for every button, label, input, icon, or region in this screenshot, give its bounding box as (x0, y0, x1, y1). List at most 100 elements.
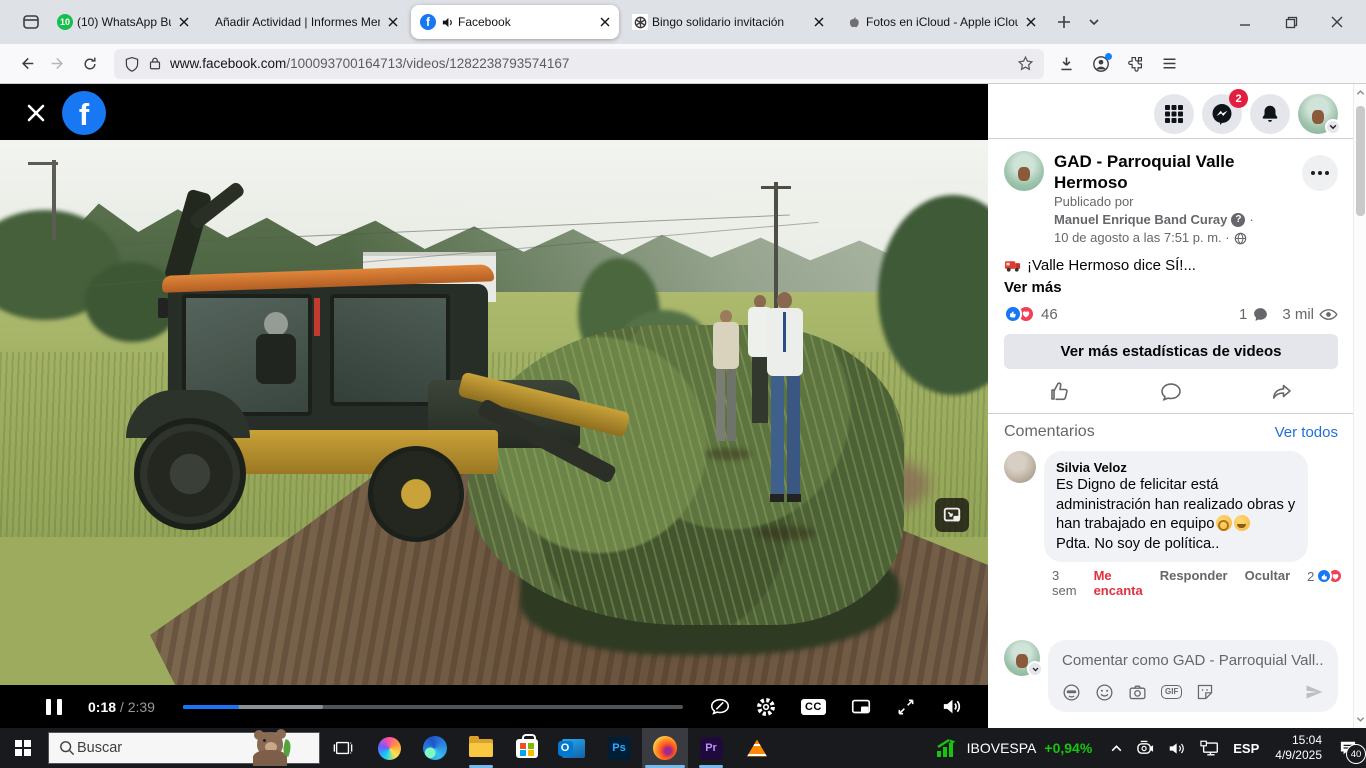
volume-icon[interactable] (940, 695, 963, 718)
start-button[interactable] (0, 728, 46, 768)
firefox-view-icon[interactable] (14, 7, 48, 37)
tab-audio-icon[interactable] (441, 16, 454, 29)
reaction-count[interactable]: 46 (1041, 306, 1058, 323)
taskbar-search-box[interactable]: Buscar (48, 732, 320, 764)
close-video-button[interactable] (20, 97, 52, 129)
fullscreen-icon[interactable] (896, 697, 916, 717)
comment-input[interactable]: Comentar como GAD - Parroquial Vall... G… (1048, 640, 1338, 712)
downloads-icon[interactable] (1058, 55, 1075, 72)
see-more-link[interactable]: Ver más (1004, 279, 1338, 296)
messenger-button[interactable]: 2 (1202, 94, 1242, 134)
vlc-button[interactable] (734, 728, 780, 768)
task-view-button[interactable] (320, 728, 366, 768)
avatar-sticker-icon[interactable] (1062, 683, 1081, 702)
address-bar[interactable]: www.facebook.com/100093700164713/videos/… (114, 49, 1044, 79)
window-close-button[interactable] (1314, 0, 1360, 44)
stock-widget[interactable]: IBOVESPA +0,94% (925, 737, 1103, 759)
menu-hamburger-icon[interactable] (1161, 55, 1178, 72)
send-comment-icon[interactable] (1304, 682, 1324, 702)
browser-tab-icloud[interactable]: Fotos en iCloud - Apple iClou (837, 5, 1045, 39)
bookmark-star-icon[interactable] (1017, 55, 1034, 72)
video-progress-bar[interactable] (183, 705, 683, 709)
notification-center-button[interactable]: 40 (1330, 728, 1366, 768)
post-timestamp[interactable]: 10 de agosto a las 7:51 p. m. · (1054, 229, 1230, 247)
window-restore-button[interactable] (1268, 0, 1314, 44)
settings-gear-icon[interactable] (755, 696, 777, 718)
comment-time[interactable]: 3 sem (1052, 568, 1077, 598)
sticker-icon[interactable] (1196, 683, 1214, 701)
picture-in-picture-icon[interactable] (850, 696, 872, 718)
tab-close-icon[interactable] (1026, 17, 1036, 27)
emoji-smiley-icon[interactable] (1095, 683, 1114, 702)
browser-tab-facebook-active[interactable]: Facebook (411, 5, 619, 39)
comment-button[interactable] (1115, 380, 1226, 404)
tab-close-icon[interactable] (814, 17, 824, 27)
commenter-avatar[interactable] (1004, 451, 1036, 483)
firefox-button[interactable] (642, 728, 688, 768)
tab-close-icon[interactable] (179, 17, 189, 27)
account-avatar[interactable] (1298, 94, 1338, 134)
share-button[interactable] (1227, 380, 1338, 404)
tray-expand-chevron-icon[interactable] (1110, 742, 1123, 755)
reply-link[interactable]: Responder (1160, 568, 1228, 583)
hide-link[interactable]: Ocultar (1245, 568, 1291, 583)
comment-reaction-label[interactable]: Me encanta (1094, 568, 1143, 598)
like-reaction-icon[interactable] (1004, 305, 1022, 323)
gif-icon[interactable]: GIF (1161, 685, 1182, 699)
page-avatar[interactable] (1004, 151, 1044, 191)
outlook-button[interactable] (550, 728, 596, 768)
commenter-name[interactable]: Silvia Veloz (1056, 459, 1296, 476)
window-minimize-button[interactable] (1222, 0, 1268, 44)
list-all-tabs-icon[interactable] (1079, 7, 1109, 37)
tab-close-icon[interactable] (600, 17, 610, 27)
browser-tab-informes[interactable]: Añadir Actividad | Informes Mens (202, 5, 407, 39)
copilot-button[interactable] (366, 728, 412, 768)
comment-bubble[interactable]: Silvia Veloz Es Digno de felicitar está … (1044, 451, 1308, 562)
new-tab-button[interactable] (1049, 7, 1079, 37)
closed-captions-icon[interactable]: CC (801, 699, 826, 715)
page-name[interactable]: GAD - Parroquial Valle Hermoso (1054, 151, 1302, 193)
scrollbar-thumb[interactable] (1356, 106, 1365, 216)
apps-grid-button[interactable] (1154, 94, 1194, 134)
video-stats-button[interactable]: Ver más estadísticas de videos (1004, 334, 1338, 369)
composer-avatar[interactable] (1004, 640, 1040, 676)
picture-in-picture-overlay-button[interactable] (935, 498, 969, 532)
volume-tray-icon[interactable] (1168, 740, 1187, 757)
scroll-down-icon[interactable] (1354, 715, 1366, 724)
microsoft-store-button[interactable] (504, 728, 550, 768)
author-name[interactable]: Manuel Enrique Band Curay (1054, 211, 1227, 229)
hide-comments-icon[interactable] (709, 696, 731, 718)
account-icon[interactable] (1092, 55, 1110, 73)
extensions-puzzle-icon[interactable] (1127, 55, 1144, 72)
page-scrollbar[interactable] (1353, 84, 1366, 728)
language-indicator[interactable]: ESP (1233, 741, 1259, 756)
scroll-up-icon[interactable] (1354, 88, 1366, 97)
shield-icon[interactable] (124, 56, 140, 72)
comment-count[interactable]: 1 (1239, 306, 1247, 323)
premiere-pro-button[interactable] (688, 728, 734, 768)
like-button[interactable] (1004, 380, 1115, 404)
see-all-comments-link[interactable]: Ver todos (1275, 424, 1338, 441)
lock-icon[interactable] (148, 56, 162, 71)
camera-tray-icon[interactable] (1136, 740, 1155, 757)
edge-button[interactable] (412, 728, 458, 768)
photoshop-button[interactable] (596, 728, 642, 768)
file-explorer-button[interactable] (458, 728, 504, 768)
tab-close-icon[interactable] (388, 17, 398, 27)
comment-reactions[interactable]: 2 (1307, 568, 1343, 584)
network-tray-icon[interactable] (1200, 740, 1220, 757)
browser-tab-whatsapp[interactable]: 10 (10) WhatsApp Business (48, 5, 198, 39)
back-icon[interactable] (10, 48, 42, 80)
facebook-logo[interactable] (62, 91, 106, 135)
reload-icon[interactable] (74, 48, 106, 80)
taskbar-clock[interactable]: 15:04 4/9/2025 (1267, 733, 1330, 763)
view-count[interactable]: 3 mil (1282, 306, 1314, 323)
pause-button[interactable] (46, 699, 62, 715)
video-scene[interactable] (0, 140, 988, 685)
camera-icon[interactable] (1128, 683, 1147, 702)
progress-played (183, 705, 240, 709)
forward-icon[interactable] (42, 48, 74, 80)
post-options-button[interactable] (1302, 155, 1338, 191)
browser-tab-bingo[interactable]: Bingo solidario invitación (623, 5, 833, 39)
notifications-bell-button[interactable] (1250, 94, 1290, 134)
